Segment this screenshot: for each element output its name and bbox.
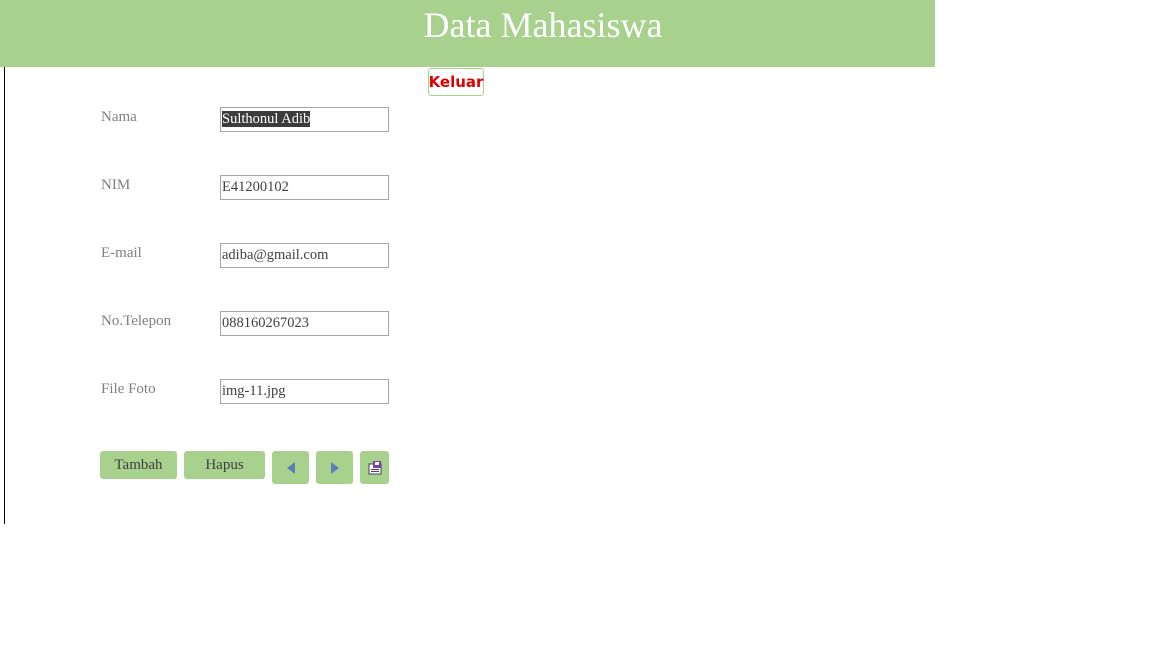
phone-label: No.Telepon: [101, 313, 172, 329]
email-value: adiba@gmail.com: [222, 247, 329, 263]
photo-file-value: img-11.jpg: [222, 383, 286, 399]
name-value: Sulthonul Adib: [222, 111, 311, 127]
email-label: E-mail: [101, 245, 142, 261]
save-record-icon: [368, 460, 381, 474]
delete-button[interactable]: Hapus: [184, 451, 265, 479]
save-record-button[interactable]: [360, 451, 389, 484]
next-record-button[interactable]: [316, 451, 353, 484]
previous-record-button[interactable]: [272, 451, 309, 484]
nim-field[interactable]: E41200102: [220, 175, 389, 200]
previous-record-icon: [286, 461, 295, 474]
nim-value: E41200102: [222, 179, 289, 195]
name-label: Nama: [101, 109, 137, 125]
exit-button[interactable]: Keluar: [428, 68, 484, 96]
photo-file-field[interactable]: img-11.jpg: [220, 379, 389, 404]
header-bar: Data Mahasiswa: [0, 0, 935, 67]
phone-value: 088160267023: [222, 315, 309, 331]
next-record-icon: [330, 461, 339, 474]
email-field[interactable]: adiba@gmail.com: [220, 243, 389, 268]
phone-field[interactable]: 088160267023: [220, 311, 389, 336]
page-title: Data Mahasiswa: [423, 5, 663, 45]
photo-file-label: File Foto: [101, 381, 156, 397]
nim-label: NIM: [101, 177, 131, 193]
add-button[interactable]: Tambah: [100, 451, 177, 479]
form-left-border: [4, 67, 5, 524]
name-field[interactable]: Sulthonul Adib: [220, 107, 389, 132]
